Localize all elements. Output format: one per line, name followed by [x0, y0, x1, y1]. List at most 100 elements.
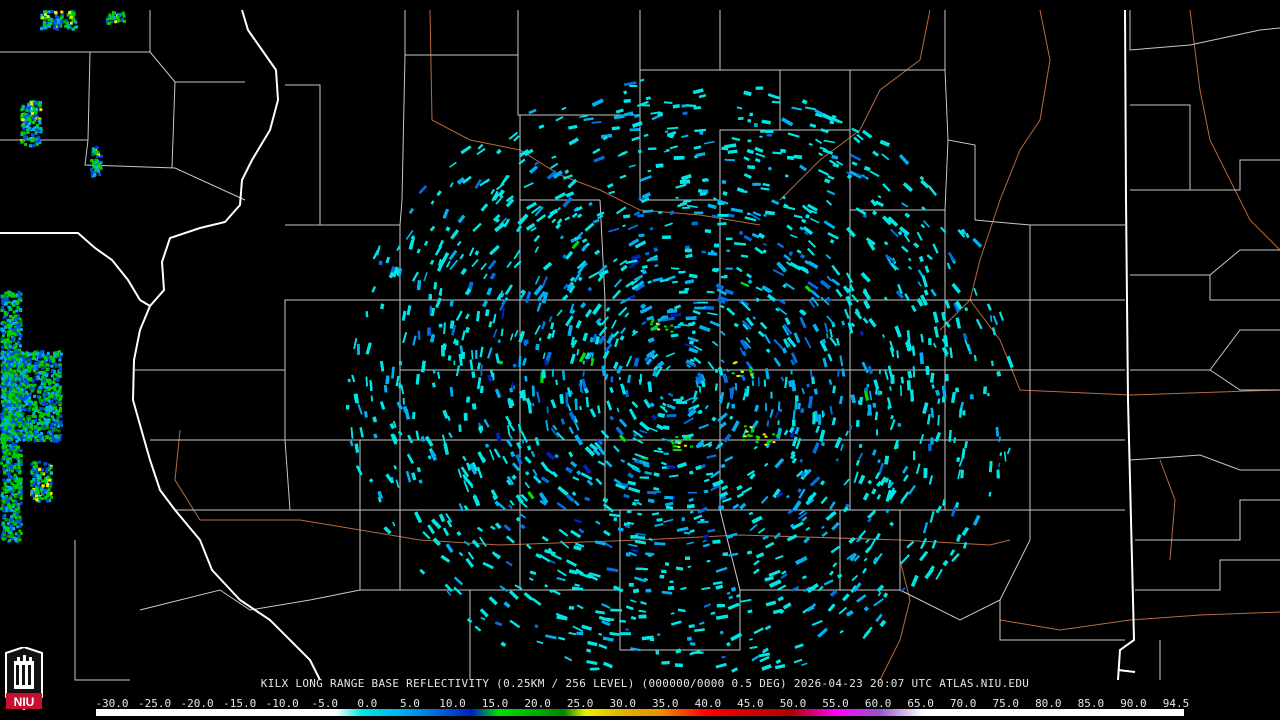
echo — [722, 147, 727, 151]
storm-pixel — [13, 473, 17, 477]
echo-hotspot — [675, 436, 679, 439]
echo-hotspot — [683, 444, 687, 447]
echo — [568, 606, 575, 610]
echo-hotspot — [650, 328, 654, 331]
echo-hotspot — [764, 443, 768, 446]
echo — [589, 667, 600, 671]
echo-hotspot — [755, 435, 759, 438]
echo — [365, 311, 369, 318]
echo-hotspot — [756, 437, 760, 440]
echo-hotspot — [743, 425, 747, 428]
echo — [682, 111, 688, 116]
echo — [647, 491, 657, 495]
storm-pixel — [10, 482, 14, 486]
echo — [682, 206, 691, 209]
echo — [684, 287, 689, 291]
storm-pixel — [1, 503, 5, 507]
echo — [672, 448, 682, 452]
echo — [639, 476, 650, 479]
echo — [876, 429, 878, 436]
storm-pixel — [0, 337, 4, 341]
storm-pixel — [5, 468, 9, 472]
echo — [626, 510, 632, 513]
storm-pixel — [21, 388, 24, 392]
storm-pixel — [14, 532, 18, 536]
echo-hotspot — [670, 330, 674, 333]
storm-pixel — [15, 495, 19, 499]
echo — [673, 156, 685, 160]
echo — [878, 370, 881, 375]
storm-pixel — [17, 328, 20, 332]
echo — [685, 316, 697, 321]
storm-pixel — [12, 452, 16, 456]
storm-pixel — [12, 446, 16, 450]
echo-hotspot — [649, 323, 653, 326]
echo — [628, 583, 634, 587]
storm-pixel — [8, 539, 12, 542]
storm-pixel — [17, 428, 20, 432]
storm-pixel — [15, 453, 19, 457]
storm-pixel — [16, 305, 20, 309]
echo — [700, 518, 705, 521]
echo — [675, 196, 679, 199]
echo — [429, 305, 432, 315]
storm-pixel — [3, 481, 7, 485]
echo — [855, 420, 860, 427]
echo — [632, 502, 637, 506]
storm-pixel — [58, 358, 62, 362]
echo-hotspot — [749, 434, 753, 437]
storm-pixel — [1, 495, 5, 499]
echo — [913, 451, 916, 461]
echo — [723, 274, 728, 279]
echo — [546, 406, 549, 414]
echo — [716, 603, 725, 608]
echo — [717, 213, 729, 217]
echo-hotspot — [677, 442, 681, 445]
storm-pixel — [6, 436, 10, 440]
echo — [925, 366, 930, 375]
echo — [672, 398, 683, 402]
storm-pixel — [16, 301, 20, 305]
echo-hotspot — [747, 434, 751, 436]
storm-pixel — [13, 522, 17, 526]
storm-pixel — [2, 323, 6, 327]
echo — [792, 419, 796, 427]
echo — [725, 267, 733, 270]
echo — [576, 631, 584, 636]
storm-pixel — [14, 516, 18, 519]
echo — [610, 608, 622, 612]
echo-hotspot — [655, 322, 659, 325]
echo — [384, 385, 388, 393]
echo-hotspot — [655, 326, 658, 329]
storm-pixel — [19, 328, 23, 332]
echo — [818, 414, 822, 425]
echo — [347, 378, 351, 383]
storm-pixel — [4, 291, 8, 295]
storm-pixel — [2, 530, 6, 534]
storm-pixel — [2, 522, 6, 526]
storm-pixel — [19, 501, 23, 505]
echo — [629, 84, 638, 88]
echo-hotspot — [657, 328, 661, 331]
echo-hotspot — [731, 372, 735, 375]
storm-pixel — [4, 338, 7, 342]
echo — [655, 650, 660, 655]
storm-pixel — [2, 467, 6, 471]
echo — [638, 149, 642, 154]
echo — [684, 248, 692, 253]
echo — [428, 294, 432, 300]
echo — [770, 391, 773, 399]
storm-pixel — [9, 496, 13, 500]
storm-pixel — [2, 515, 6, 519]
echo-hotspot — [772, 441, 776, 444]
storm-pixel — [12, 503, 16, 507]
storm-pixel — [14, 342, 18, 346]
echo — [675, 401, 687, 404]
echo — [928, 338, 932, 346]
storm-pixel — [18, 515, 22, 519]
storm-pixel — [33, 394, 36, 398]
echo — [755, 86, 764, 90]
echo-hotspot — [767, 439, 770, 442]
storm-pixel — [18, 529, 22, 533]
echo — [765, 129, 774, 133]
